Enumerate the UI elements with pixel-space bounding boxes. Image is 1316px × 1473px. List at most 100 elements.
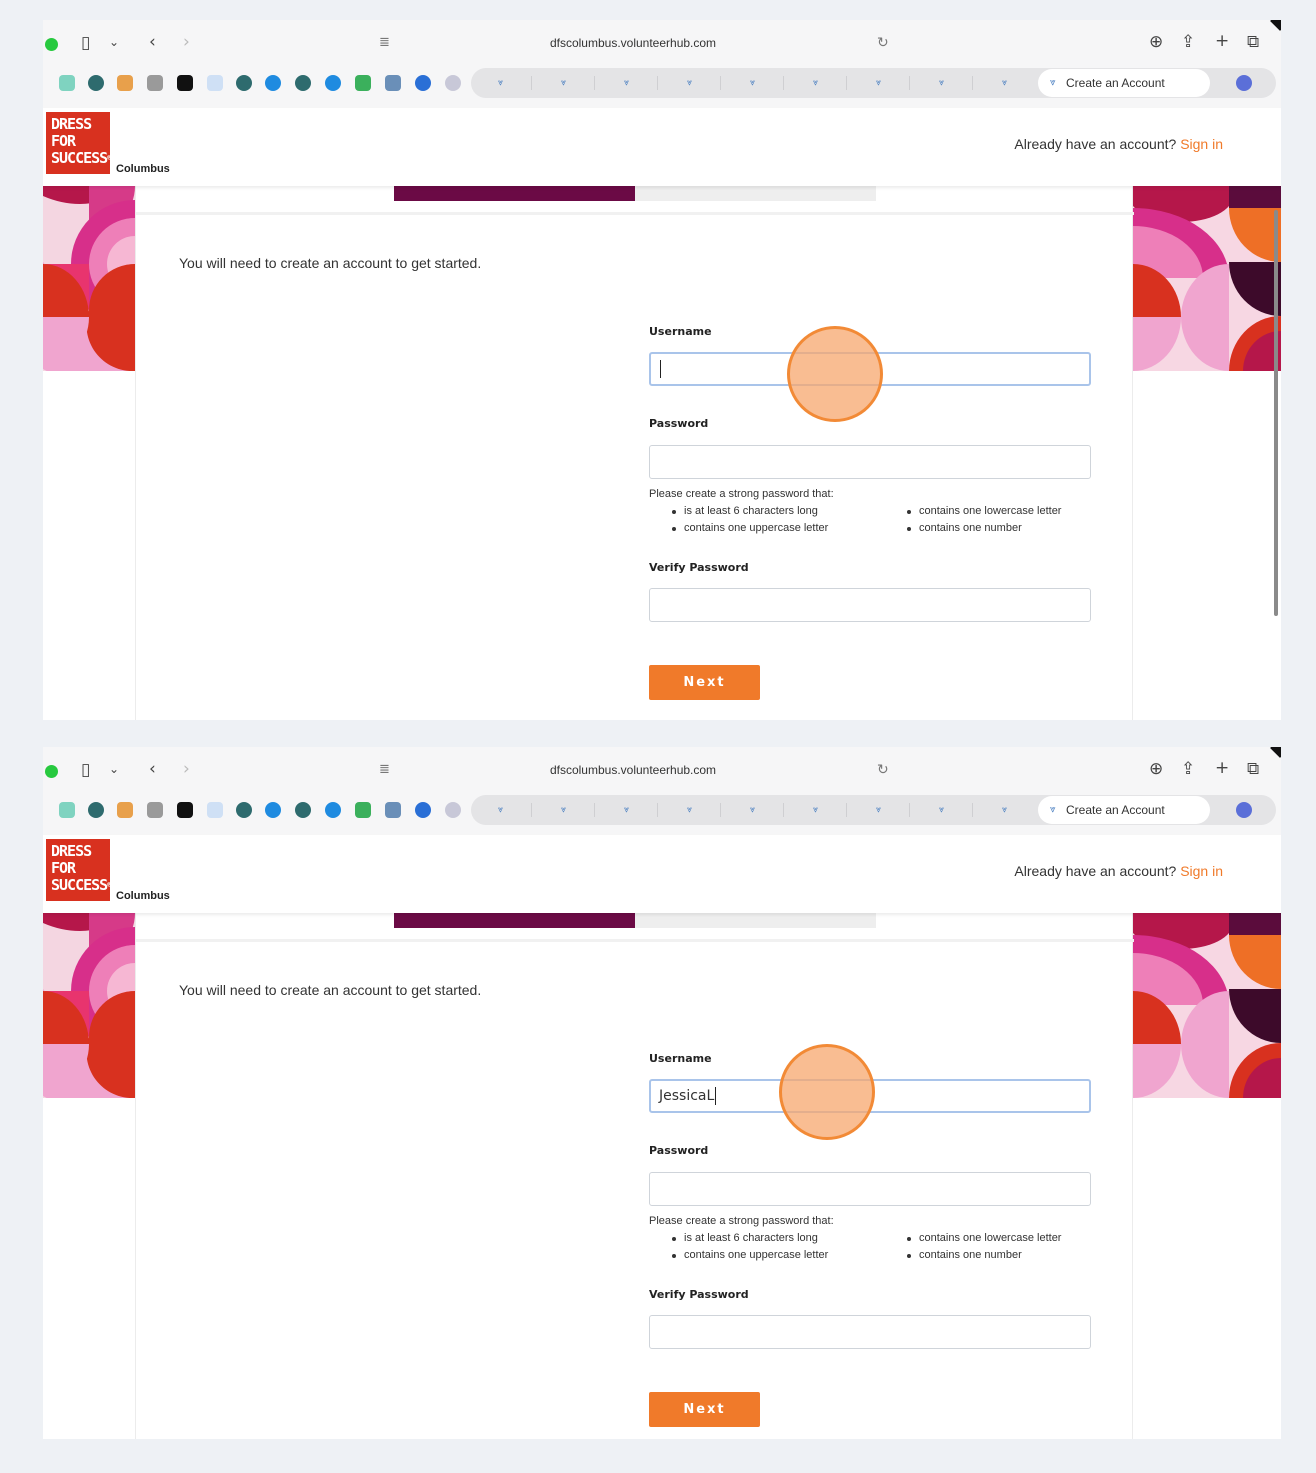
- forward-icon[interactable]: ›: [183, 761, 190, 778]
- pinned-tab-icon[interactable]: [59, 802, 75, 818]
- reload-icon[interactable]: ↻: [877, 763, 889, 777]
- pinned-tab-icon[interactable]: [445, 802, 461, 818]
- pinned-tab-icon[interactable]: [59, 75, 75, 91]
- divider: [136, 939, 1134, 942]
- profile-icon[interactable]: [1236, 75, 1252, 91]
- brand-logo[interactable]: DRESS FOR SUCCESS®: [46, 112, 112, 174]
- forward-icon[interactable]: ›: [183, 34, 190, 51]
- pinned-tab-icon[interactable]: [445, 75, 461, 91]
- password-field[interactable]: [649, 1172, 1091, 1206]
- registration-card: You will need to create an account to ge…: [135, 186, 1134, 720]
- pinned-tab-icon[interactable]: [177, 75, 193, 91]
- tab-active[interactable]: ⩔ Create an Account: [1038, 796, 1210, 824]
- browser-toolbar: ▯ ⌄ ‹ › ≣ dfscolumbus.volunteerhub.com ↻…: [43, 755, 1281, 787]
- chevron-down-icon[interactable]: ⌄: [109, 763, 119, 775]
- logo-line: SUCCESS: [51, 149, 108, 167]
- sidebar-icon[interactable]: ▯: [81, 35, 90, 52]
- browser-chrome: ▯ ⌄ ‹ › ≣ dfscolumbus.volunteerhub.com ↻…: [43, 747, 1281, 835]
- tab-favicon-icon[interactable]: ⩔: [624, 78, 634, 88]
- username-label: Username: [649, 1052, 712, 1065]
- location-label: Columbus: [116, 163, 170, 175]
- verify-password-field[interactable]: [649, 1315, 1091, 1349]
- page-settings-icon[interactable]: ≣: [379, 36, 390, 49]
- pinned-tab-icon[interactable]: [88, 802, 104, 818]
- verify-password-field[interactable]: [649, 588, 1091, 622]
- tab-overview-icon[interactable]: ⧉: [1247, 761, 1259, 778]
- tab-favicon-icon[interactable]: ⩔: [1002, 805, 1012, 815]
- pinned-tab-icon[interactable]: [355, 802, 371, 818]
- tab-favicon-icon[interactable]: ⩔: [561, 78, 571, 88]
- pinned-tab-icon[interactable]: [117, 802, 133, 818]
- tab-favicon-icon[interactable]: ⩔: [561, 805, 571, 815]
- signin-link[interactable]: Sign in: [1180, 863, 1223, 879]
- text-caret: [715, 1087, 717, 1105]
- pinned-tab-icon[interactable]: [325, 75, 341, 91]
- pinned-tab-icon[interactable]: [295, 802, 311, 818]
- tab-favicon-icon[interactable]: ⩔: [813, 78, 823, 88]
- tab-favicon-icon[interactable]: ⩔: [498, 78, 508, 88]
- pinned-tab-icon[interactable]: [295, 75, 311, 91]
- pinned-tab-icon[interactable]: [236, 75, 252, 91]
- progress-fill: [394, 186, 635, 201]
- tab-favicon-icon[interactable]: ⩔: [876, 78, 886, 88]
- tab-favicon-icon[interactable]: ⩔: [876, 805, 886, 815]
- next-button[interactable]: Next: [649, 665, 760, 700]
- tab-favicon-icon[interactable]: ⩔: [498, 805, 508, 815]
- address-bar[interactable]: dfscolumbus.volunteerhub.com: [423, 36, 843, 50]
- tab-strip: ⩔ ⩔ ⩔ ⩔ ⩔ ⩔ ⩔ ⩔ ⩔ ⩔ Create an Account: [471, 795, 1276, 825]
- password-rule: contains one number: [905, 1247, 1061, 1264]
- chevron-down-icon[interactable]: ⌄: [109, 36, 119, 48]
- new-tab-icon[interactable]: +: [1215, 760, 1229, 777]
- downloads-icon[interactable]: ⊕: [1149, 761, 1163, 778]
- tab-favicon-icon[interactable]: ⩔: [1002, 78, 1012, 88]
- pinned-tab-icon[interactable]: [415, 802, 431, 818]
- pinned-tab-icon[interactable]: [88, 75, 104, 91]
- tab-favicon-icon[interactable]: ⩔: [750, 805, 760, 815]
- pinned-tab-icon[interactable]: [207, 802, 223, 818]
- pinned-tab-icon[interactable]: [236, 802, 252, 818]
- page-settings-icon[interactable]: ≣: [379, 763, 390, 776]
- pinned-tab-icon[interactable]: [385, 75, 401, 91]
- pinned-tab-icon[interactable]: [147, 75, 163, 91]
- sidebar-icon[interactable]: ▯: [81, 762, 90, 779]
- brand-logo[interactable]: DRESS FOR SUCCESS®: [46, 839, 112, 901]
- click-indicator: [787, 326, 883, 422]
- tab-favicon-icon[interactable]: ⩔: [813, 805, 823, 815]
- profile-icon[interactable]: [1236, 802, 1252, 818]
- tab-favicon-icon[interactable]: ⩔: [687, 78, 697, 88]
- pinned-tab-icon[interactable]: [355, 75, 371, 91]
- downloads-icon[interactable]: ⊕: [1149, 34, 1163, 51]
- site-header: DRESS FOR SUCCESS® Columbus Already have…: [43, 835, 1281, 913]
- reload-icon[interactable]: ↻: [877, 36, 889, 50]
- pinned-tab-icon[interactable]: [265, 75, 281, 91]
- logo-line: SUCCESS: [51, 876, 108, 894]
- pinned-tab-icon[interactable]: [415, 75, 431, 91]
- tab-favicon-icon[interactable]: ⩔: [939, 78, 949, 88]
- tab-active[interactable]: ⩔ Create an Account: [1038, 69, 1210, 97]
- back-icon[interactable]: ‹: [149, 34, 156, 51]
- pinned-tab-icon[interactable]: [265, 802, 281, 818]
- tab-favicon-icon[interactable]: ⩔: [687, 805, 697, 815]
- address-bar[interactable]: dfscolumbus.volunteerhub.com: [423, 763, 843, 777]
- pinned-tab-icon[interactable]: [177, 802, 193, 818]
- share-icon[interactable]: ⇪: [1181, 761, 1195, 778]
- tab-favicon-icon[interactable]: ⩔: [939, 805, 949, 815]
- password-field[interactable]: [649, 445, 1091, 479]
- pinned-tab-icon[interactable]: [117, 75, 133, 91]
- pinned-tab-icon[interactable]: [207, 75, 223, 91]
- pinned-tab-icon[interactable]: [325, 802, 341, 818]
- new-tab-icon[interactable]: +: [1215, 33, 1229, 50]
- share-icon[interactable]: ⇪: [1181, 34, 1195, 51]
- signin-link[interactable]: Sign in: [1180, 136, 1223, 152]
- next-button[interactable]: Next: [649, 1392, 760, 1427]
- tab-favicon-icon[interactable]: ⩔: [624, 805, 634, 815]
- pinned-tab-icon[interactable]: [147, 802, 163, 818]
- scrollbar[interactable]: [1274, 210, 1278, 616]
- pinned-tab-icon[interactable]: [385, 802, 401, 818]
- back-icon[interactable]: ‹: [149, 761, 156, 778]
- password-label: Password: [649, 1144, 709, 1157]
- window-zoom-button[interactable]: [45, 765, 58, 778]
- window-zoom-button[interactable]: [45, 38, 58, 51]
- tab-overview-icon[interactable]: ⧉: [1247, 34, 1259, 51]
- tab-favicon-icon[interactable]: ⩔: [750, 78, 760, 88]
